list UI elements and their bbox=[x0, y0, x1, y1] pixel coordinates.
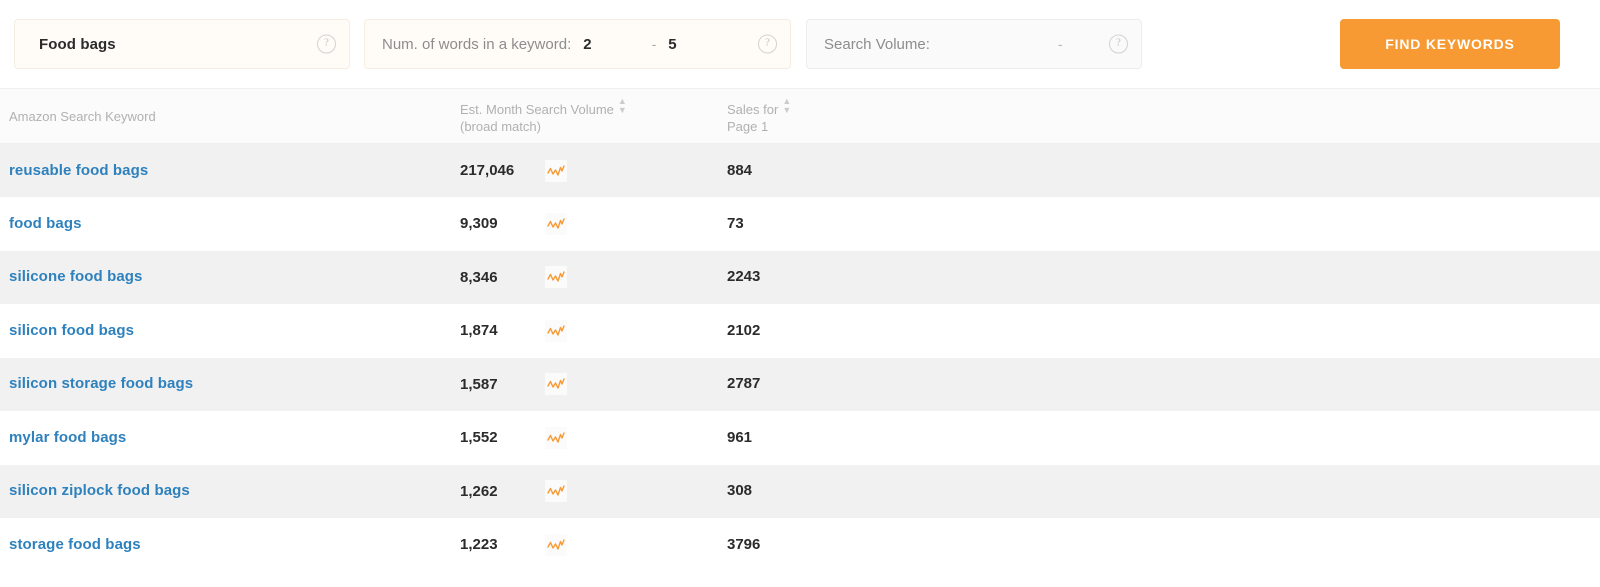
cell-sales: 308 bbox=[727, 465, 1600, 519]
trend-chart-icon[interactable] bbox=[545, 427, 567, 449]
cell-sales: 2787 bbox=[727, 358, 1600, 412]
search-volume-value: 1,223 bbox=[460, 536, 536, 553]
cell-keyword: silicone food bags bbox=[0, 251, 460, 305]
search-volume-value: 9,309 bbox=[460, 215, 536, 232]
search-volume-value: 1,262 bbox=[460, 483, 536, 500]
trend-chart-icon[interactable] bbox=[545, 213, 567, 235]
num-words-max-value[interactable]: 5 bbox=[668, 36, 676, 53]
table-row[interactable]: silicon food bags 1,874 2102 bbox=[0, 304, 1600, 358]
column-header-search-volume-line2: (broad match) bbox=[460, 118, 541, 135]
keyword-link[interactable]: food bags bbox=[9, 215, 82, 232]
cell-search-volume: 1,552 bbox=[460, 411, 727, 465]
filter-bar: Food bags ? Num. of words in a keyword: … bbox=[0, 0, 1600, 88]
trend-chart-icon[interactable] bbox=[545, 534, 567, 556]
cell-sales: 2243 bbox=[727, 251, 1600, 305]
search-volume-value: 1,587 bbox=[460, 376, 536, 393]
trend-chart-icon[interactable] bbox=[545, 160, 567, 182]
keyword-link[interactable]: reusable food bags bbox=[9, 162, 148, 179]
cell-search-volume: 1,223 bbox=[460, 518, 727, 572]
column-header-search-volume[interactable]: Est. Month Search Volume▲▼ (broad match) bbox=[460, 89, 727, 144]
keyword-link[interactable]: silicon storage food bags bbox=[9, 375, 193, 392]
cell-search-volume: 8,346 bbox=[460, 251, 727, 305]
column-header-search-volume-line1: Est. Month Search Volume bbox=[460, 101, 614, 118]
table-row[interactable]: food bags 9,309 73 bbox=[0, 197, 1600, 251]
cell-keyword: food bags bbox=[0, 197, 460, 251]
trend-chart-icon[interactable] bbox=[545, 320, 567, 342]
sort-icon-search-volume[interactable]: ▲▼ bbox=[618, 97, 626, 115]
cell-keyword: silicon storage food bags bbox=[0, 358, 460, 412]
cell-keyword: storage food bags bbox=[0, 518, 460, 572]
sales-value: 884 bbox=[727, 162, 752, 179]
trend-chart-icon[interactable] bbox=[545, 266, 567, 288]
sales-value: 73 bbox=[727, 215, 744, 232]
table-header: Amazon Search Keyword Est. Month Search … bbox=[0, 89, 1600, 144]
cell-sales: 884 bbox=[727, 144, 1600, 198]
cell-sales: 73 bbox=[727, 197, 1600, 251]
table-row[interactable]: storage food bags 1,223 3796 bbox=[0, 518, 1600, 572]
keyword-input[interactable]: Food bags ? bbox=[14, 19, 350, 69]
cell-sales: 2102 bbox=[727, 304, 1600, 358]
num-words-separator: - bbox=[652, 36, 657, 52]
keyword-link[interactable]: mylar food bags bbox=[9, 429, 126, 446]
num-words-min-value[interactable]: 2 bbox=[583, 36, 591, 53]
column-header-keyword-label: Amazon Search Keyword bbox=[9, 108, 156, 125]
sales-value: 961 bbox=[727, 429, 752, 446]
table-row[interactable]: silicon storage food bags 1,587 2787 bbox=[0, 358, 1600, 412]
keyword-input-value: Food bags bbox=[39, 36, 116, 53]
cell-keyword: silicon ziplock food bags bbox=[0, 465, 460, 519]
trend-chart-icon[interactable] bbox=[545, 480, 567, 502]
search-volume-separator: - bbox=[1058, 36, 1063, 52]
search-volume-value: 1,874 bbox=[460, 322, 536, 339]
search-volume-label: Search Volume: bbox=[824, 36, 930, 53]
cell-search-volume: 1,262 bbox=[460, 465, 727, 519]
table-body: reusable food bags 217,046 884 food bags… bbox=[0, 144, 1600, 572]
cell-search-volume: 9,309 bbox=[460, 197, 727, 251]
keyword-results-table: Amazon Search Keyword Est. Month Search … bbox=[0, 88, 1600, 572]
search-volume-filter[interactable]: Search Volume: - ? bbox=[806, 19, 1142, 69]
help-icon-keyword[interactable]: ? bbox=[317, 35, 336, 54]
trend-chart-icon[interactable] bbox=[545, 373, 567, 395]
column-header-keyword[interactable]: Amazon Search Keyword bbox=[0, 89, 460, 144]
sales-value: 2787 bbox=[727, 375, 760, 392]
cell-search-volume: 1,874 bbox=[460, 304, 727, 358]
table-row[interactable]: mylar food bags 1,552 961 bbox=[0, 411, 1600, 465]
column-header-sales-line1: Sales for bbox=[727, 101, 778, 118]
column-header-sales-line2: Page 1 bbox=[727, 118, 768, 135]
cell-search-volume: 217,046 bbox=[460, 144, 727, 198]
cell-search-volume: 1,587 bbox=[460, 358, 727, 412]
help-icon-num-words[interactable]: ? bbox=[758, 35, 777, 54]
sales-value: 308 bbox=[727, 482, 752, 499]
sales-value: 2243 bbox=[727, 268, 760, 285]
keyword-link[interactable]: silicon ziplock food bags bbox=[9, 482, 190, 499]
sales-value: 2102 bbox=[727, 322, 760, 339]
sales-value: 3796 bbox=[727, 536, 760, 553]
column-header-sales[interactable]: Sales for▲▼ Page 1 bbox=[727, 89, 1600, 144]
table-header-row: Amazon Search Keyword Est. Month Search … bbox=[0, 89, 1600, 144]
keyword-link[interactable]: storage food bags bbox=[9, 536, 141, 553]
search-volume-value: 8,346 bbox=[460, 269, 536, 286]
table-row[interactable]: reusable food bags 217,046 884 bbox=[0, 144, 1600, 198]
cell-keyword: mylar food bags bbox=[0, 411, 460, 465]
cell-keyword: reusable food bags bbox=[0, 144, 460, 198]
num-words-filter[interactable]: Num. of words in a keyword: 2 - 5 ? bbox=[364, 19, 791, 69]
cell-sales: 961 bbox=[727, 411, 1600, 465]
keyword-link[interactable]: silicon food bags bbox=[9, 322, 134, 339]
search-volume-value: 1,552 bbox=[460, 429, 536, 446]
find-keywords-button[interactable]: FIND KEYWORDS bbox=[1340, 19, 1560, 69]
sort-icon-sales[interactable]: ▲▼ bbox=[782, 97, 790, 115]
search-volume-value: 217,046 bbox=[460, 162, 536, 179]
keyword-link[interactable]: silicone food bags bbox=[9, 268, 142, 285]
cell-sales: 3796 bbox=[727, 518, 1600, 572]
num-words-label: Num. of words in a keyword: bbox=[382, 36, 571, 53]
help-icon-search-volume[interactable]: ? bbox=[1109, 35, 1128, 54]
cell-keyword: silicon food bags bbox=[0, 304, 460, 358]
table-row[interactable]: silicone food bags 8,346 2243 bbox=[0, 251, 1600, 305]
table-row[interactable]: silicon ziplock food bags 1,262 308 bbox=[0, 465, 1600, 519]
